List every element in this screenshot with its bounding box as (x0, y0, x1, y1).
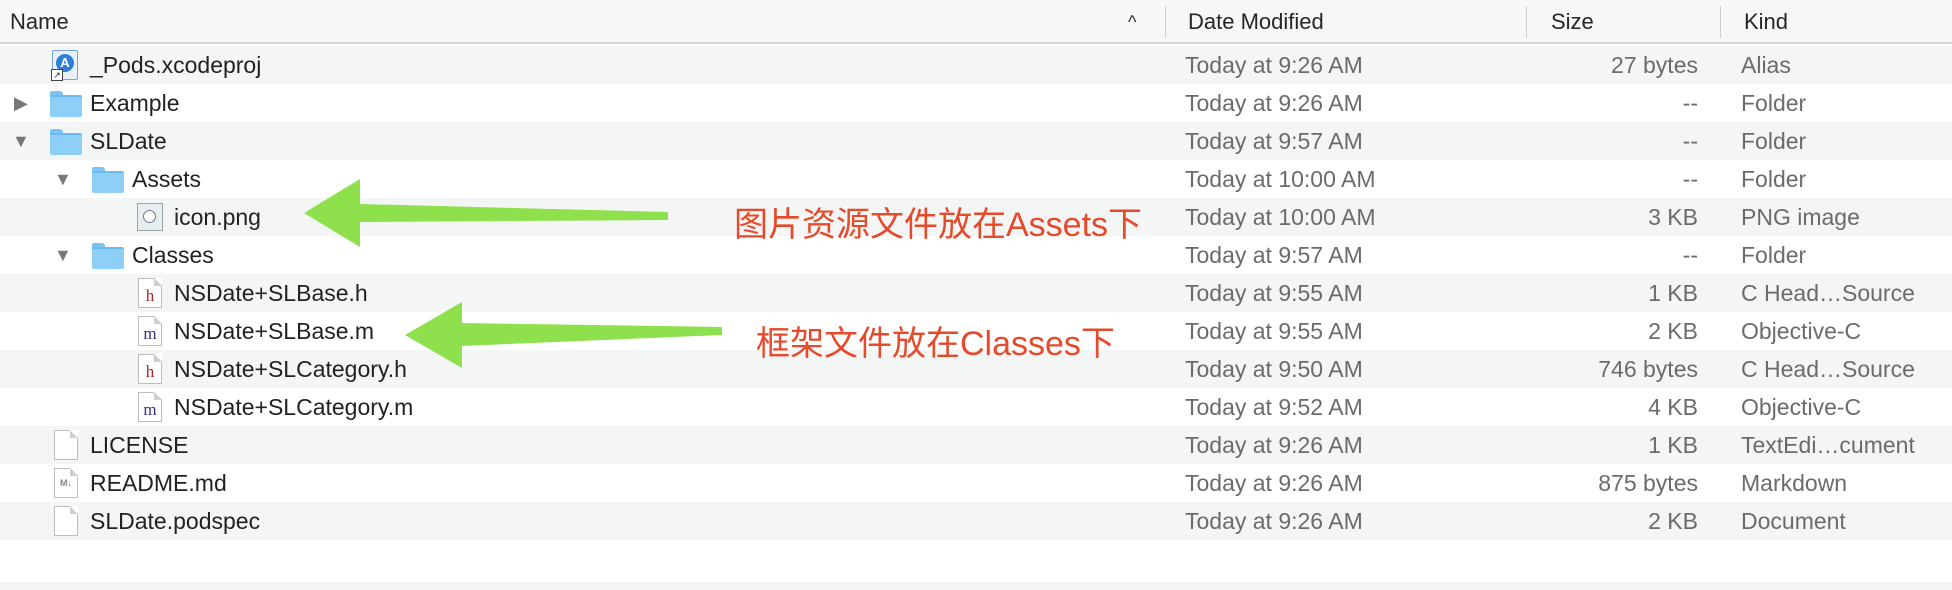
annotation-assets-note: 图片资源文件放在Assets下 (734, 206, 1143, 244)
arrow-to-icon-png (304, 179, 668, 247)
annotation-classes-note: 框架文件放在Classes下 (756, 325, 1115, 363)
arrow-to-nsdate-slbase-m (405, 302, 722, 368)
annotation-arrows (304, 179, 722, 368)
